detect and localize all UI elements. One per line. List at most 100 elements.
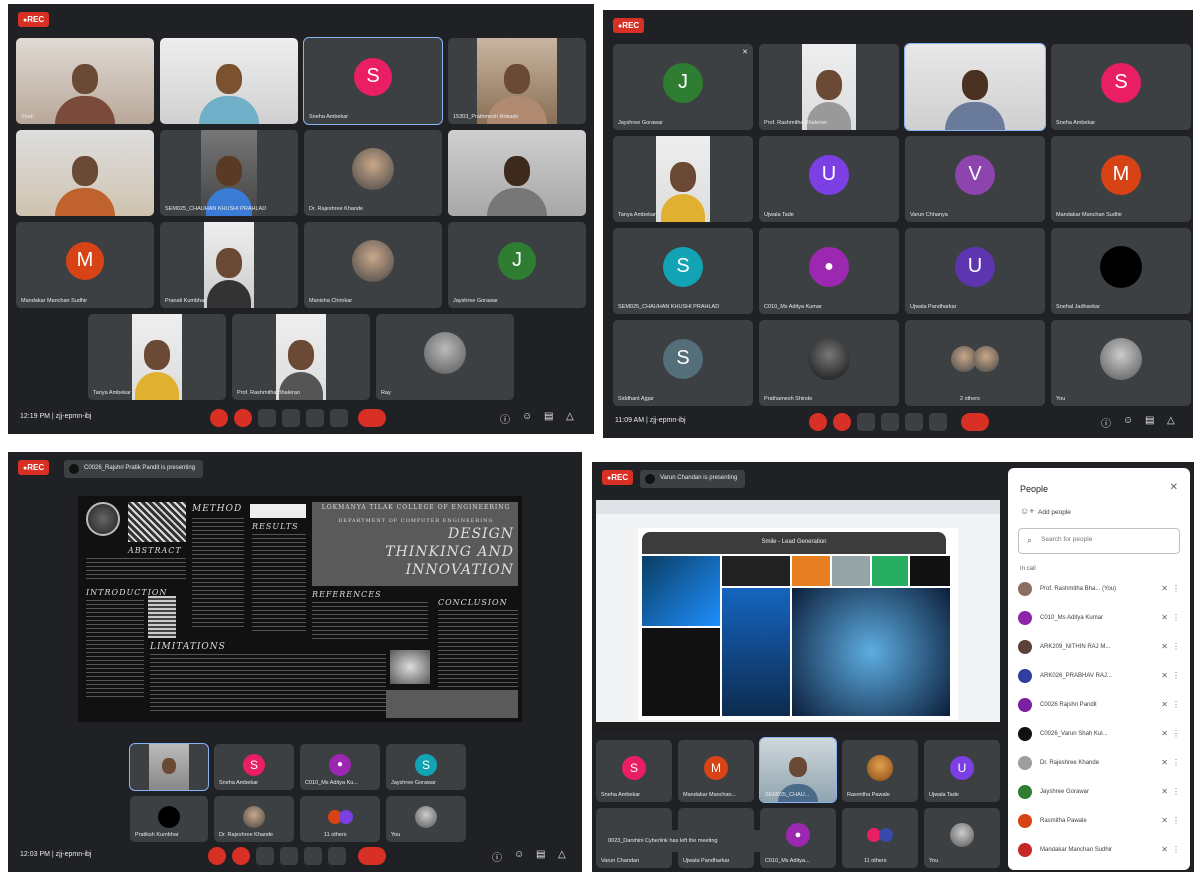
captions-button[interactable]: [258, 409, 276, 427]
chat-icon[interactable]: ▤: [544, 411, 553, 422]
more-options-icon[interactable]: ⋮: [1172, 845, 1180, 854]
camera-off-button[interactable]: [234, 409, 252, 427]
participant-tile[interactable]: U Ujwala Tade: [924, 740, 1000, 802]
leave-call-button[interactable]: [961, 413, 989, 431]
more-options-icon[interactable]: ⋮: [1172, 816, 1180, 825]
leave-call-button[interactable]: [358, 409, 386, 427]
participant-tile[interactable]: ✕ J Jayshree Gorawar: [613, 44, 753, 130]
participant-tile[interactable]: Dr. Rajeshree Khande: [304, 130, 442, 216]
participant-tile[interactable]: Snehal Jadhavkar: [1051, 228, 1191, 314]
participant-tile[interactable]: Pranali Kumbhar: [160, 222, 298, 308]
participant-tile[interactable]: Tanya Ambekar: [613, 136, 753, 222]
participant-tile[interactable]: You: [924, 808, 1000, 868]
participant-tile[interactable]: Dr. Rajeshree Khande: [214, 796, 294, 842]
people-icon[interactable]: ☺: [514, 849, 524, 860]
participant-tile[interactable]: Tanya Ambekar: [88, 314, 226, 400]
more-options-icon[interactable]: ⋮: [1172, 787, 1180, 796]
participant-tile[interactable]: S Sneha Ambekar: [596, 740, 672, 802]
participant-tile[interactable]: [448, 130, 586, 216]
participant-tile[interactable]: U Ujwala Pandharkar: [905, 228, 1045, 314]
info-icon[interactable]: ⓘ: [1101, 415, 1111, 430]
participant-tile[interactable]: Ray: [376, 314, 514, 400]
leave-call-button[interactable]: [358, 847, 386, 865]
people-list-item[interactable]: Prof. Rashmitha Bha... (You) ✕ ⋮: [1016, 578, 1182, 602]
more-options-icon[interactable]: ⋮: [1172, 642, 1180, 651]
add-people-button[interactable]: Add people: [1038, 509, 1071, 516]
participant-tile[interactable]: S Sneha Ambekar: [1051, 44, 1191, 130]
participant-tile[interactable]: J Jayshree Gorawar: [448, 222, 586, 308]
people-list-item[interactable]: Rasmitha Pawale ✕ ⋮: [1016, 810, 1182, 834]
people-list-item[interactable]: Jayshree Gorawar ✕ ⋮: [1016, 781, 1182, 805]
participant-tile[interactable]: Shah: [16, 38, 154, 124]
mic-off-button[interactable]: [208, 847, 226, 865]
raise-hand-button[interactable]: [282, 409, 300, 427]
participant-tile[interactable]: Prof. Rashmitha Bhalerao: [759, 44, 899, 130]
raise-hand-button[interactable]: [881, 413, 899, 431]
people-search-box[interactable]: ⌕: [1018, 528, 1180, 554]
mic-off-button[interactable]: [809, 413, 827, 431]
participant-tile[interactable]: Pratiksh Kumbhar: [130, 796, 208, 842]
participant-tile[interactable]: 11 others: [300, 796, 380, 842]
more-options-icon[interactable]: ⋮: [1172, 700, 1180, 709]
participant-tile[interactable]: 2 others: [905, 320, 1045, 406]
raise-hand-button[interactable]: [280, 847, 298, 865]
more-options-button[interactable]: [929, 413, 947, 431]
chat-icon[interactable]: ▤: [536, 849, 545, 860]
participant-tile[interactable]: ● C010_Ms Aditya Ku...: [300, 744, 380, 790]
participant-tile[interactable]: [160, 38, 298, 124]
participant-tile[interactable]: 15303_Prathmesh Rokade: [448, 38, 586, 124]
participant-tile[interactable]: S Siddhant Ajgar: [613, 320, 753, 406]
present-button[interactable]: [306, 409, 324, 427]
present-button[interactable]: [905, 413, 923, 431]
people-list-item[interactable]: C0026 Rajshri Pandit ✕ ⋮: [1016, 694, 1182, 718]
more-options-button[interactable]: [330, 409, 348, 427]
participant-tile[interactable]: Prathamesh Shinde: [759, 320, 899, 406]
more-options-icon[interactable]: ⋮: [1172, 613, 1180, 622]
more-options-icon[interactable]: ⋮: [1172, 729, 1180, 738]
participant-tile[interactable]: V Varun Chhanya: [905, 136, 1045, 222]
people-list-item[interactable]: ARK026_PRABHAV RAJ... ✕ ⋮: [1016, 665, 1182, 689]
more-options-icon[interactable]: ⋮: [1172, 584, 1180, 593]
activities-icon[interactable]: △: [566, 411, 574, 422]
people-icon[interactable]: ☺: [522, 411, 532, 422]
more-options-button[interactable]: [328, 847, 346, 865]
search-input[interactable]: [1041, 536, 1171, 543]
participant-tile[interactable]: S Sneha Ambekar: [214, 744, 294, 790]
activities-icon[interactable]: △: [558, 849, 566, 860]
participant-tile[interactable]: SEM025_CHAU...: [759, 737, 837, 803]
participant-tile[interactable]: You: [386, 796, 466, 842]
present-button[interactable]: [304, 847, 322, 865]
people-list-item[interactable]: Dr. Rajeshree Khande ✕ ⋮: [1016, 752, 1182, 776]
participant-tile[interactable]: M Mandakar Manchan Sudhir: [1051, 136, 1191, 222]
info-icon[interactable]: ⓘ: [492, 849, 502, 864]
participant-tile[interactable]: M Mandakar Manchan...: [678, 740, 754, 802]
info-icon[interactable]: ⓘ: [500, 411, 510, 426]
participant-tile[interactable]: ● C010_Ms Aditya Kumar: [759, 228, 899, 314]
people-list-item[interactable]: Mandakar Manchan Sudhir ✕ ⋮: [1016, 839, 1182, 863]
mic-off-button[interactable]: [210, 409, 228, 427]
chat-icon[interactable]: ▤: [1145, 415, 1154, 426]
participant-tile[interactable]: [129, 743, 209, 791]
participant-tile[interactable]: [904, 43, 1046, 131]
people-list-item[interactable]: C010_Ms Aditya Kumar ✕ ⋮: [1016, 607, 1182, 631]
participant-tile[interactable]: 11 others: [842, 808, 918, 868]
participant-tile[interactable]: S Sneha Ambekar: [303, 37, 443, 125]
participant-tile[interactable]: ● C010_Ms Aditya...: [760, 808, 836, 868]
participant-tile[interactable]: U Ujwala Tade: [759, 136, 899, 222]
more-options-icon[interactable]: ⋮: [1172, 671, 1180, 680]
captions-button[interactable]: [256, 847, 274, 865]
add-person-icon[interactable]: ☺+: [1020, 506, 1034, 516]
people-list-item[interactable]: C0026_Varun Shah Kul... ✕ ⋮: [1016, 723, 1182, 747]
activities-icon[interactable]: △: [1167, 415, 1175, 426]
captions-button[interactable]: [857, 413, 875, 431]
participant-tile[interactable]: Rasmitha Pawale: [842, 740, 918, 802]
more-options-icon[interactable]: ⋮: [1172, 758, 1180, 767]
people-list-item[interactable]: ARK209_NITHIN RAJ M... ✕ ⋮: [1016, 636, 1182, 660]
participant-tile[interactable]: Manisha Chirokar: [304, 222, 442, 308]
participant-tile[interactable]: M Mandakar Manchan Sudhir: [16, 222, 154, 308]
participant-tile[interactable]: Prof. Rashmitha Bhalerao: [232, 314, 370, 400]
people-icon[interactable]: ☺: [1123, 415, 1133, 426]
close-icon[interactable]: ✕: [1170, 482, 1178, 493]
camera-off-button[interactable]: [833, 413, 851, 431]
participant-tile[interactable]: S SEM025_CHAUHAN KHUSHI PRAHLAD: [613, 228, 753, 314]
